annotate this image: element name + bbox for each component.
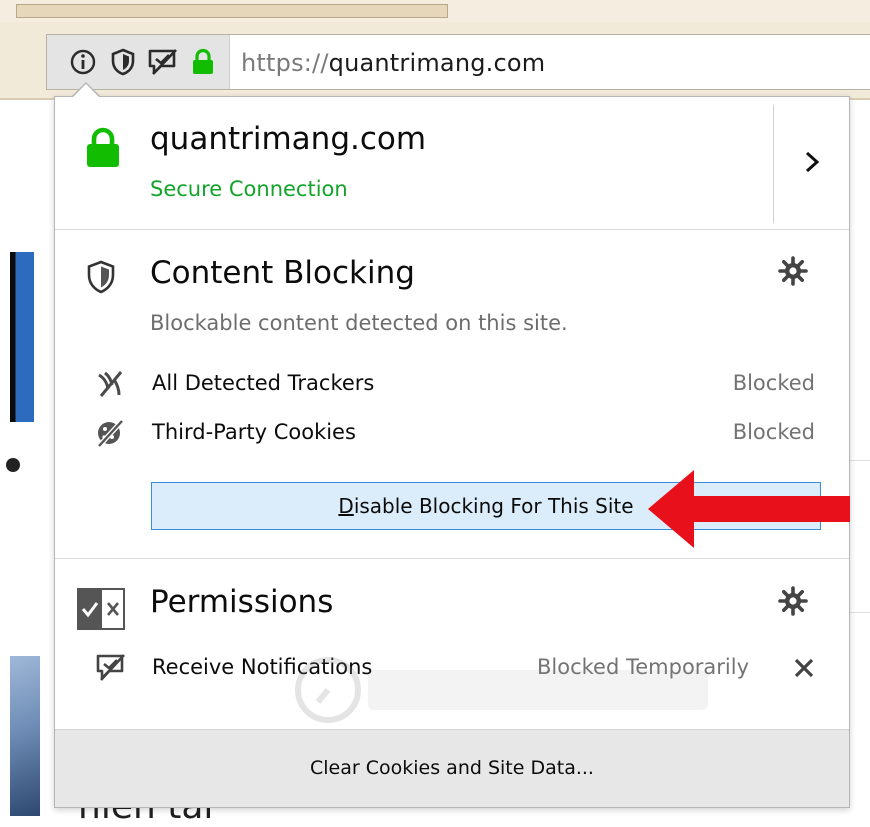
tracking-shield-icon[interactable] [109, 48, 137, 80]
background-divider [850, 612, 870, 613]
panel-arrow-fill [73, 84, 99, 97]
watermark-logo [288, 650, 718, 745]
section-divider [55, 558, 849, 559]
disable-blocking-label: Disable Blocking For This Site [338, 494, 634, 518]
gear-icon[interactable] [777, 585, 809, 621]
trackers-blocked-icon [95, 369, 125, 403]
chevron-right-icon [802, 149, 822, 179]
tracking-shield-icon [85, 260, 117, 298]
clear-cookies-label: Clear Cookies and Site Data... [310, 757, 594, 779]
trackers-state: Blocked [732, 371, 815, 395]
trackers-label: All Detected Trackers [152, 371, 375, 395]
content-blocking-description: Blockable content detected on this site. [150, 311, 568, 335]
background-dot [6, 458, 20, 472]
site-identity-box[interactable] [47, 35, 230, 89]
cookies-blocked-icon [95, 418, 125, 452]
url-text[interactable]: https://quantrimang.com [241, 49, 545, 77]
site-host: quantrimang.com [150, 121, 427, 157]
url-scheme: https:// [241, 49, 329, 77]
cookies-label: Third-Party Cookies [152, 420, 356, 444]
permissions-icon [77, 587, 127, 635]
permissions-title: Permissions [150, 584, 334, 620]
lock-icon [83, 127, 123, 173]
expand-security-button[interactable] [774, 97, 850, 229]
section-divider [55, 229, 849, 230]
gear-icon[interactable] [777, 255, 809, 291]
close-icon[interactable] [791, 655, 817, 681]
background-image-2 [10, 656, 40, 816]
background-divider [850, 460, 870, 461]
notification-blocked-icon[interactable] [147, 48, 179, 80]
url-host: quantrimang.com [328, 49, 546, 77]
background-image [10, 252, 34, 422]
info-icon[interactable] [69, 48, 97, 80]
tab-strip [16, 4, 448, 18]
connection-status: Secure Connection [150, 177, 348, 201]
content-blocking-title: Content Blocking [150, 255, 415, 291]
url-bar[interactable]: https://quantrimang.com [46, 34, 870, 90]
cookies-state: Blocked [732, 420, 815, 444]
lock-icon[interactable] [189, 48, 217, 80]
annotation-arrow-icon [648, 466, 850, 556]
notification-blocked-icon [95, 653, 127, 687]
browser-top-strip [0, 0, 870, 22]
